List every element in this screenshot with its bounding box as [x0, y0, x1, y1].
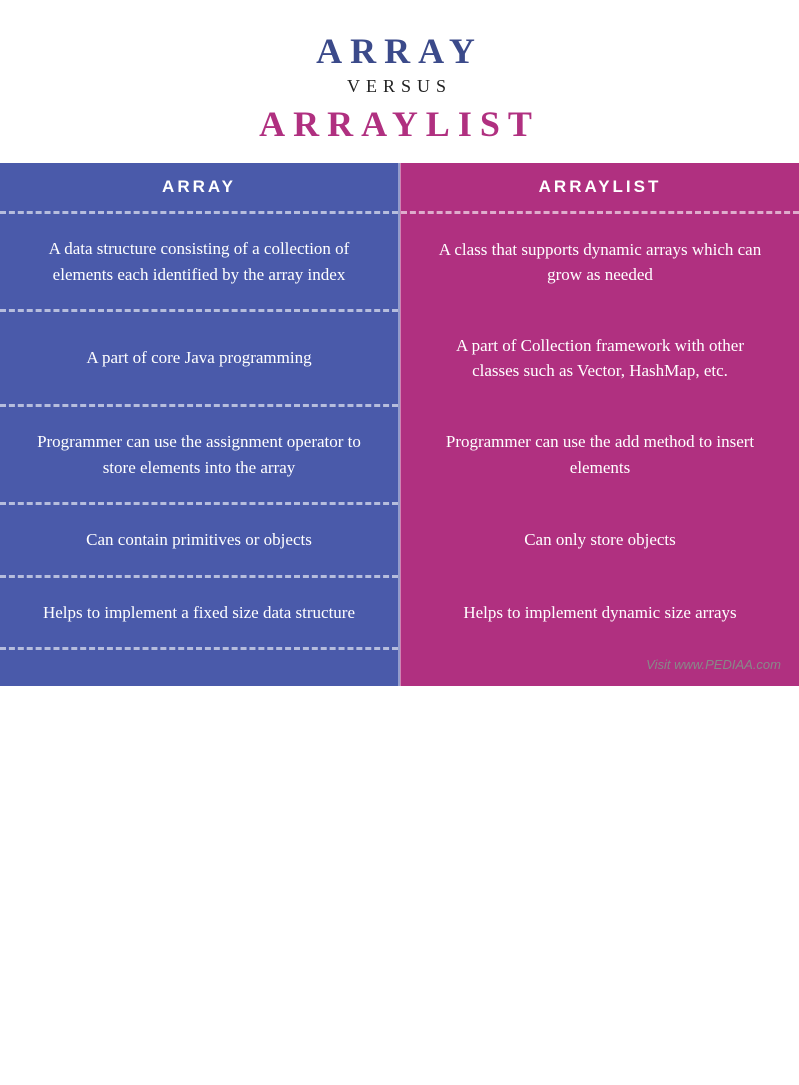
- table-row: A part of core Java programmingA part of…: [0, 311, 799, 406]
- table-row: Programmer can use the assignment operat…: [0, 406, 799, 504]
- cell-arraylist-0: A class that supports dynamic arrays whi…: [400, 213, 799, 311]
- footer-empty: [0, 649, 400, 686]
- cell-array-1: A part of core Java programming: [0, 311, 400, 406]
- page-header: ARRAY VERSUS ARRAYLIST: [0, 0, 799, 163]
- cell-arraylist-4: Helps to implement dynamic size arrays: [400, 576, 799, 649]
- cell-arraylist-3: Can only store objects: [400, 504, 799, 577]
- col1-header: ARRAY: [0, 163, 400, 213]
- title-arraylist: ARRAYLIST: [20, 103, 779, 145]
- footer-row: Visit www.PEDIAA.com: [0, 649, 799, 686]
- table-row: Can contain primitives or objectsCan onl…: [0, 504, 799, 577]
- col2-header: ARRAYLIST: [400, 163, 799, 213]
- cell-arraylist-2: Programmer can use the add method to ins…: [400, 406, 799, 504]
- cell-array-4: Helps to implement a fixed size data str…: [0, 576, 400, 649]
- title-array: ARRAY: [20, 30, 779, 72]
- comparison-table: ARRAY ARRAYLIST A data structure consist…: [0, 163, 799, 686]
- cell-array-2: Programmer can use the assignment operat…: [0, 406, 400, 504]
- title-versus: VERSUS: [20, 76, 779, 97]
- watermark: Visit www.PEDIAA.com: [400, 649, 799, 686]
- cell-arraylist-1: A part of Collection framework with othe…: [400, 311, 799, 406]
- cell-array-0: A data structure consisting of a collect…: [0, 213, 400, 311]
- table-row: Helps to implement a fixed size data str…: [0, 576, 799, 649]
- table-row: A data structure consisting of a collect…: [0, 213, 799, 311]
- cell-array-3: Can contain primitives or objects: [0, 504, 400, 577]
